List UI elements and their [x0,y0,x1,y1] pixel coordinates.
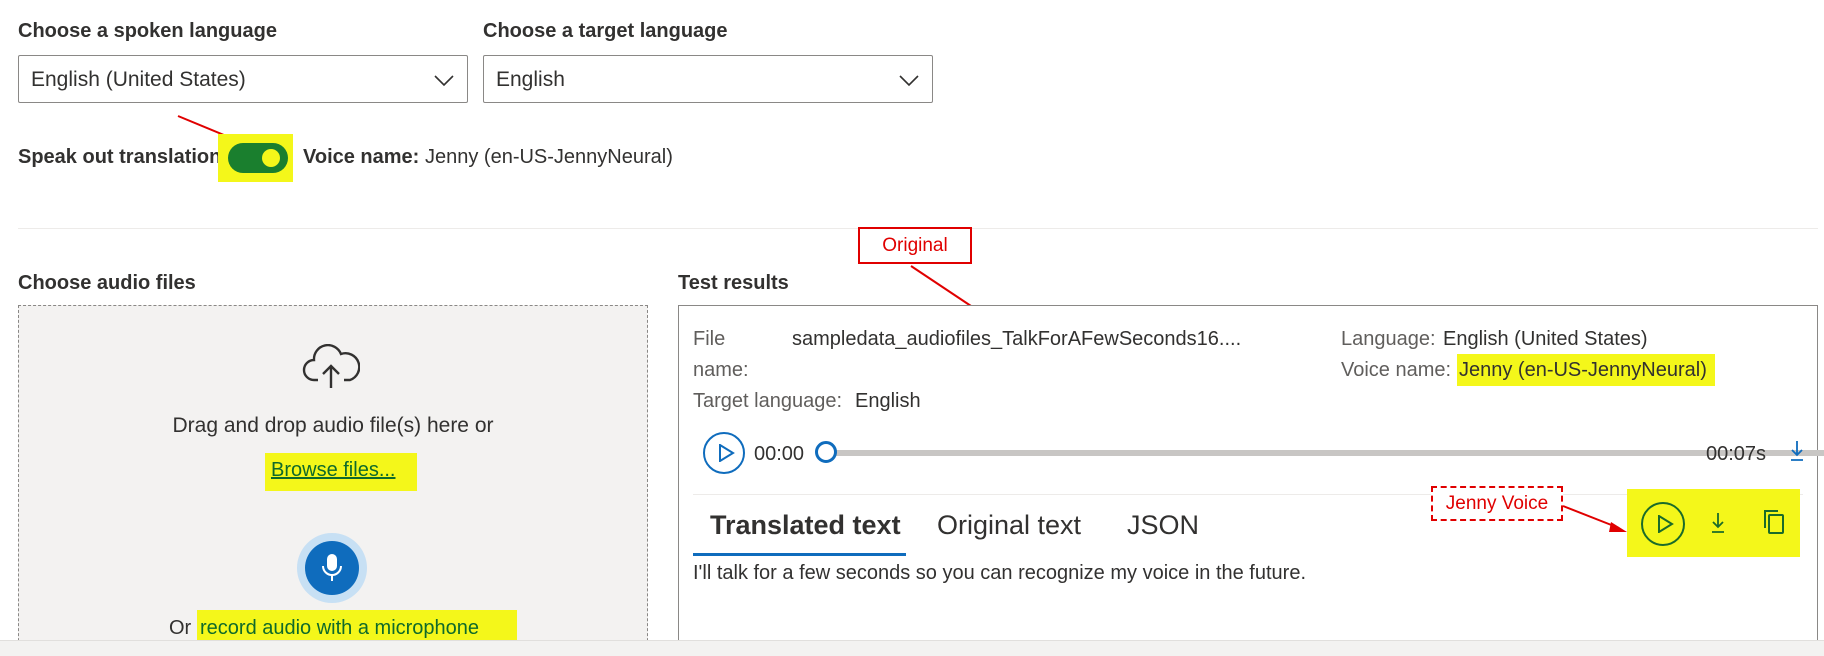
language-value: English (United States) [1443,328,1648,350]
target-language-key: Target language: [693,390,843,412]
voice-key: Voice name: [1341,359,1452,381]
progress-handle[interactable] [815,441,837,463]
play-button[interactable] [703,432,745,474]
annotation-jenny-voice: Jenny Voice [1431,486,1563,521]
tab-json[interactable]: JSON [1127,510,1199,541]
file-name-key-2: name: [693,359,749,381]
spoken-language-value: English (United States) [31,68,246,91]
language-key: Language: [1341,328,1436,350]
test-results-heading: Test results [678,272,789,294]
microphone-button[interactable] [305,541,359,595]
drag-drop-text: Drag and drop audio file(s) here or [172,414,494,437]
toggle-knob [262,149,280,167]
cloud-upload-icon [302,344,360,388]
annotation-original: Original [858,227,972,264]
play-translation-button[interactable] [1641,502,1685,546]
player-duration: 00:07s [1706,443,1767,465]
progress-track[interactable] [825,450,1824,456]
audio-files-heading: Choose audio files [18,272,196,294]
speak-out-toggle[interactable] [228,143,288,173]
player-current-time: 00:00 [754,443,805,465]
play-icon [719,444,735,462]
chevron-down-icon [899,75,919,87]
annotation-arrow [1562,505,1627,532]
spoken-language-label: Choose a spoken language [18,20,277,42]
spoken-language-select[interactable]: English (United States) [18,55,468,103]
target-language-label: Choose a target language [483,20,728,42]
download-icon[interactable] [1789,439,1805,463]
target-language-result: English [855,390,921,412]
target-language-select[interactable]: English [483,55,933,103]
active-tab-indicator [693,553,906,556]
test-results-panel: File name: sampledata_audiofiles_TalkFor… [678,305,1824,656]
speak-out-label: Speak out translation [18,146,222,168]
chevron-down-icon [434,75,454,87]
or-text: Or [169,617,192,639]
copy-icon[interactable] [1762,509,1786,535]
play-icon [1658,515,1674,533]
voice-name-value: Jenny (en-US-JennyNeural) [425,146,673,168]
file-name-key: File [693,328,726,350]
file-name-value: sampledata_audiofiles_TalkForAFewSeconds… [792,328,1242,350]
browse-files-link[interactable]: Browse files... [271,459,395,482]
tab-translated-text[interactable]: Translated text [710,510,901,541]
record-audio-link[interactable]: record audio with a microphone [200,617,479,640]
bottom-scrollbar[interactable] [0,640,1824,656]
audio-drop-zone[interactable]: Drag and drop audio file(s) here or Brow… [18,305,648,656]
download-icon[interactable] [1710,511,1726,535]
microphone-icon [322,554,342,581]
result-voice-value: Jenny (en-US-JennyNeural) [1459,359,1707,381]
target-language-value: English [496,68,565,91]
voice-name-label: Voice name: [303,146,420,168]
translated-text: I'll talk for a few seconds so you can r… [693,562,1307,584]
tab-original-text[interactable]: Original text [937,510,1081,541]
